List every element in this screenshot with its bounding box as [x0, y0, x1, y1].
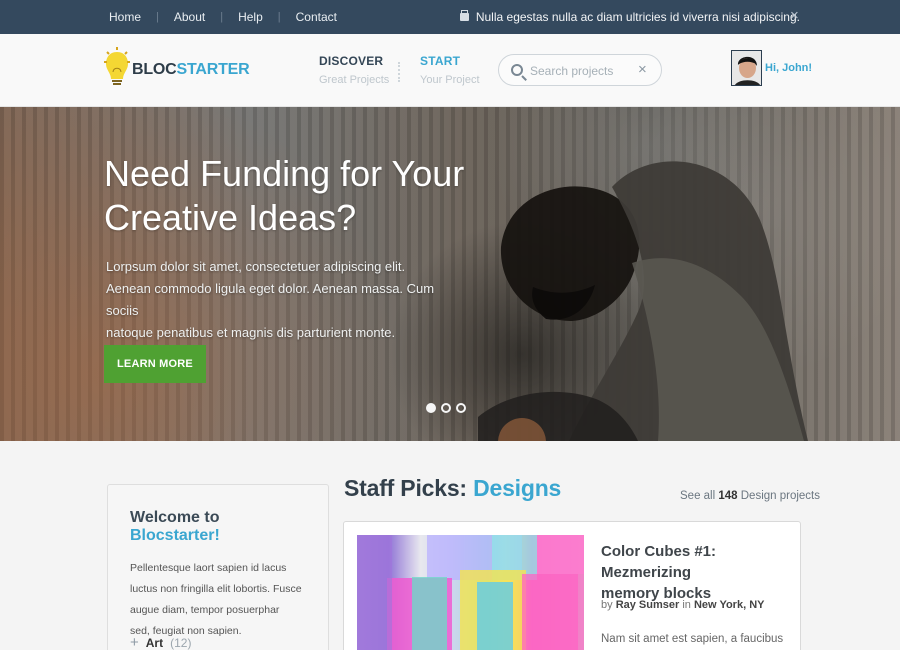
- project-meta: by Ray Sumser in New York, NY: [601, 599, 764, 611]
- learn-more-button[interactable]: LEARN MORE: [104, 345, 206, 383]
- meta-by: by: [601, 599, 616, 611]
- nav-start[interactable]: START Your Project: [420, 54, 480, 86]
- user-portrait-icon: [732, 51, 761, 85]
- see-all-prefix: See all: [680, 490, 719, 502]
- project-title-line-1: Color Cubes #1: Mezmerizing: [601, 543, 717, 581]
- welcome-line-3: augue diam, tempor posuerphar: [130, 604, 280, 616]
- project-location[interactable]: New York, NY: [694, 599, 765, 611]
- project-author[interactable]: Ray Sumser: [616, 599, 680, 611]
- top-link-about[interactable]: About: [174, 10, 205, 24]
- message-icon: [459, 10, 469, 21]
- top-link-home[interactable]: Home: [109, 10, 141, 24]
- logo-word-starter: STARTER: [176, 60, 250, 78]
- nav-discover[interactable]: DISCOVER Great Projects: [319, 54, 389, 86]
- announcement: Nulla egestas nulla ac diam ultricies id…: [459, 0, 800, 34]
- staff-picks-category[interactable]: Designs: [473, 475, 561, 501]
- nav-start-subtitle: Your Project: [420, 74, 480, 86]
- close-icon[interactable]: ×: [790, 8, 799, 24]
- project-thumbnail[interactable]: [357, 535, 584, 650]
- staff-picks-label: Staff Picks:: [344, 475, 474, 501]
- welcome-panel: Welcome to Blocstarter! Pellentesque lao…: [107, 484, 329, 650]
- welcome-brand: Blocstarter!: [130, 527, 220, 544]
- hero-description-line-3: natoque penatibus et magnis dis parturie…: [106, 325, 396, 340]
- category-name: Art: [145, 635, 164, 650]
- nav-start-title: START: [420, 54, 461, 68]
- blocstarter-logo[interactable]: BLOCSTARTER: [103, 46, 250, 88]
- nav-discover-subtitle: Great Projects: [319, 74, 390, 86]
- category-count: (12): [170, 635, 192, 650]
- top-separator: |: [220, 11, 224, 23]
- welcome-title-prefix: Welcome to: [130, 509, 220, 526]
- top-link-help[interactable]: Help: [238, 10, 263, 24]
- logo-text: BLOCSTARTER: [132, 60, 250, 78]
- project-title[interactable]: Color Cubes #1: Mezmerizing memory block…: [601, 541, 791, 604]
- carousel-pagination: [426, 403, 466, 413]
- project-description: Nam sit amet est sapien, a faucibus: [601, 633, 784, 645]
- site-header: BLOCSTARTER DISCOVER Great Projects STAR…: [0, 34, 900, 107]
- staff-picks-title: Staff Picks: Designs: [344, 475, 561, 502]
- nav-divider: [398, 62, 400, 82]
- hero-description: Lorpsum dolor sit amet, consectetuer adi…: [106, 256, 446, 344]
- announcement-text: Nulla egestas nulla ac diam ultricies id…: [475, 10, 800, 24]
- hero-title: Need Funding for Your Creative Ideas?: [104, 152, 484, 240]
- see-all-projects-link[interactable]: See all 148 Design projects: [680, 490, 820, 502]
- clear-search-icon[interactable]: ×: [638, 61, 647, 78]
- project-card[interactable]: Color Cubes #1: Mezmerizing memory block…: [343, 521, 801, 650]
- carousel-dot[interactable]: [456, 403, 466, 413]
- hero-title-line-2: Creative Ideas?: [104, 197, 357, 238]
- nav-discover-title: DISCOVER: [319, 54, 384, 68]
- search-input[interactable]: [530, 62, 630, 80]
- welcome-description: Pellentesque laort sapien id lacus luctu…: [130, 558, 306, 642]
- carousel-dot[interactable]: [441, 403, 451, 413]
- color-cubes-image: [357, 535, 584, 650]
- lightbulb-icon: [104, 47, 130, 85]
- hero-photo: [478, 161, 808, 441]
- welcome-title: Welcome to Blocstarter!: [130, 509, 306, 545]
- user-greeting[interactable]: Hi, John!: [765, 62, 812, 74]
- hero-description-line-2: Aenean commodo ligula eget dolor. Aenean…: [106, 281, 435, 318]
- project-search: ×: [498, 54, 662, 86]
- welcome-line-2: luctus non fringilla elit lobortis. Fusc…: [130, 583, 302, 595]
- see-all-suffix: Design projects: [737, 490, 821, 502]
- avatar[interactable]: [731, 50, 762, 86]
- top-separator: |: [156, 11, 159, 23]
- project-count: 148: [718, 490, 738, 502]
- meta-in: in: [679, 599, 694, 611]
- top-bar: Home | About | Help | Contact Nulla eges…: [0, 0, 900, 34]
- plus-icon: +: [130, 634, 139, 650]
- category-art[interactable]: + Art (12): [130, 634, 191, 650]
- top-link-contact[interactable]: Contact: [296, 10, 337, 24]
- carousel-dot[interactable]: [426, 403, 436, 413]
- welcome-line-1: Pellentesque laort sapien id lacus: [130, 562, 287, 574]
- logo-word-bloc: BLOC: [132, 60, 177, 78]
- search-icon[interactable]: [511, 64, 523, 76]
- hero-description-line-1: Lorpsum dolor sit amet, consectetuer adi…: [106, 259, 406, 274]
- top-navigation: Home | About | Help | Contact: [109, 0, 337, 34]
- top-separator: |: [277, 11, 281, 23]
- hero-banner: Need Funding for Your Creative Ideas? Lo…: [0, 107, 900, 441]
- hero-title-line-1: Need Funding for Your: [104, 153, 465, 194]
